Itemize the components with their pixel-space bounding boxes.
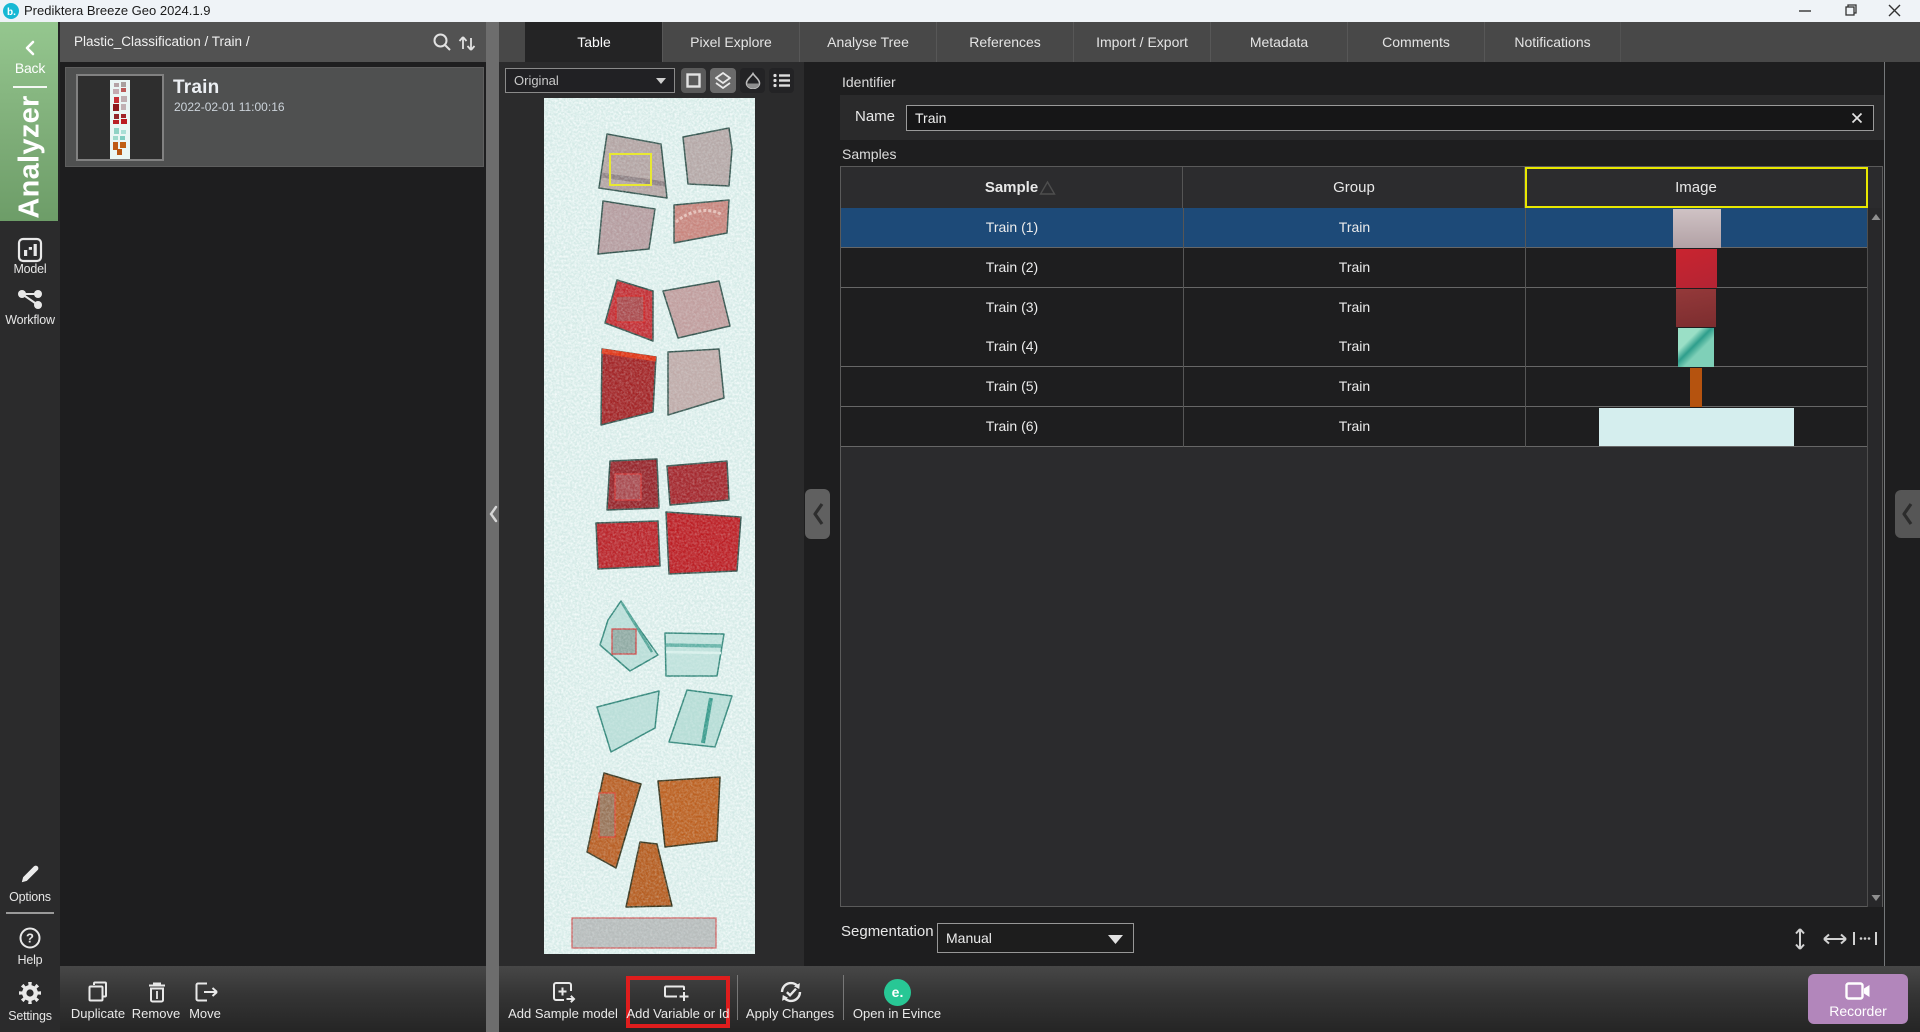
svg-text:b.: b.: [7, 7, 16, 18]
svg-text:?: ?: [26, 931, 34, 946]
